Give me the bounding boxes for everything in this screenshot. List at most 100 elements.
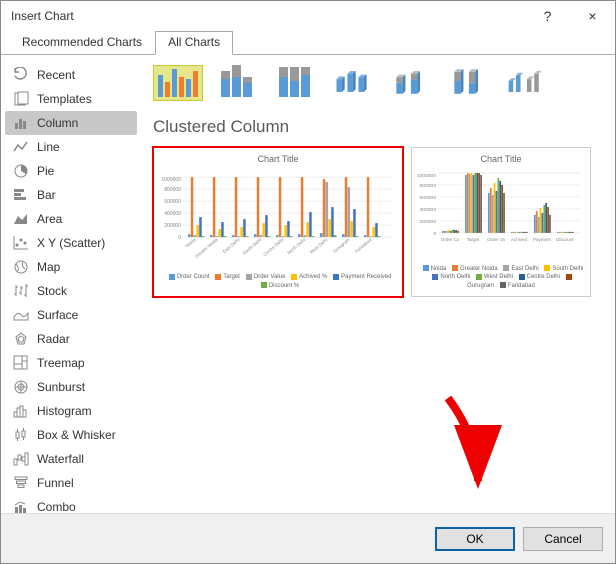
recent-icon (13, 67, 29, 83)
svg-text:Order Co: Order Co (441, 237, 460, 242)
preview-2-legend: Noida Greater Noida East Delhi South Del… (416, 263, 586, 292)
chart-preview-1[interactable]: Chart Title 0200000400000600000800000100… (153, 147, 403, 297)
area-icon (13, 211, 29, 227)
combo-icon (13, 499, 29, 513)
variant-stacked-column[interactable] (211, 65, 261, 101)
help-button[interactable]: ? (525, 1, 570, 31)
ok-button[interactable]: OK (435, 527, 515, 551)
sunburst-icon (13, 379, 29, 395)
sidebar-item-label: Combo (37, 500, 76, 513)
variant-3d-stacked-column[interactable] (385, 65, 435, 101)
svg-text:0: 0 (433, 231, 436, 237)
sidebar-item-label: Funnel (37, 476, 74, 490)
sidebar-item-box-whisker[interactable]: Box & Whisker (5, 423, 137, 447)
sidebar-item-surface[interactable]: Surface (5, 303, 137, 327)
insert-chart-dialog: Insert Chart ? × Recommended Charts All … (0, 0, 616, 564)
svg-text:600000: 600000 (164, 199, 181, 205)
funnel-icon (13, 475, 29, 491)
sidebar-item-label: Map (37, 260, 60, 274)
surface-icon (13, 307, 29, 323)
preview-2-chart: 02000004000006000008000001000000 Order C… (416, 168, 586, 263)
sidebar-item-stock[interactable]: Stock (5, 279, 137, 303)
waterfall-icon (13, 451, 29, 467)
variant-3d-clustered-column[interactable] (327, 65, 377, 101)
variant-clustered-column[interactable] (153, 65, 203, 101)
svg-text:Greater Noida: Greater Noida (194, 237, 219, 259)
variant-3d-100-stacked-column[interactable] (443, 65, 493, 101)
titlebar: Insert Chart ? × (1, 1, 615, 31)
preview-2-title: Chart Title (480, 154, 521, 164)
sidebar-item-recent[interactable]: Recent (5, 63, 137, 87)
svg-text:800000: 800000 (419, 183, 436, 189)
sidebar-item-funnel[interactable]: Funnel (5, 471, 137, 495)
svg-text:Gurugram: Gurugram (332, 237, 351, 254)
sidebar-item-scatter[interactable]: X Y (Scatter) (5, 231, 137, 255)
svg-text:0: 0 (178, 235, 181, 241)
variant-100-stacked-column[interactable] (269, 65, 319, 101)
sidebar-item-label: Waterfall (37, 452, 84, 466)
treemap-icon (13, 355, 29, 371)
sidebar-item-area[interactable]: Area (5, 207, 137, 231)
stock-icon (13, 283, 29, 299)
svg-text:Achived: Achived (511, 237, 527, 242)
sidebar-item-sunburst[interactable]: Sunburst (5, 375, 137, 399)
sidebar-item-treemap[interactable]: Treemap (5, 351, 137, 375)
svg-text:Faridabad: Faridabad (354, 237, 373, 254)
sidebar-item-pie[interactable]: Pie (5, 159, 137, 183)
cancel-button[interactable]: Cancel (523, 527, 603, 551)
sidebar-item-histogram[interactable]: Histogram (5, 399, 137, 423)
tab-all-charts[interactable]: All Charts (155, 31, 233, 55)
svg-text:1000000: 1000000 (162, 177, 182, 183)
sidebar-item-waterfall[interactable]: Waterfall (5, 447, 137, 471)
svg-text:South Delhi: South Delhi (242, 237, 263, 256)
svg-text:Target: Target (467, 237, 480, 242)
sidebar-item-radar[interactable]: Radar (5, 327, 137, 351)
svg-text:East Delhi: East Delhi (222, 237, 241, 254)
sidebar-item-label: Stock (37, 284, 67, 298)
svg-text:Noida: Noida (184, 237, 197, 249)
svg-text:200000: 200000 (419, 219, 436, 225)
sidebar-item-label: Area (37, 212, 62, 226)
pie-icon (13, 163, 29, 179)
bar-icon (13, 187, 29, 203)
sidebar-item-bar[interactable]: Bar (5, 183, 137, 207)
chart-preview-2[interactable]: Chart Title 0200000400000600000800000100… (411, 147, 591, 297)
preview-1-legend: Order Count Target Order Value Achived %… (158, 271, 398, 292)
close-button[interactable]: × (570, 1, 615, 31)
svg-text:400000: 400000 (164, 211, 181, 217)
radar-icon (13, 331, 29, 347)
line-icon (13, 139, 29, 155)
tab-strip: Recommended Charts All Charts (1, 31, 615, 55)
svg-text:1000000: 1000000 (417, 173, 437, 179)
sidebar-item-templates[interactable]: Templates (5, 87, 137, 111)
sidebar-item-label: Templates (37, 92, 92, 106)
sidebar-item-label: Line (37, 140, 60, 154)
sidebar-item-label: Bar (37, 188, 56, 202)
svg-text:200000: 200000 (164, 223, 181, 229)
dialog-footer: OK Cancel (1, 513, 615, 563)
tab-recommended[interactable]: Recommended Charts (9, 31, 155, 55)
svg-text:Discount: Discount (556, 237, 574, 242)
sidebar-item-label: Histogram (37, 404, 92, 418)
sidebar-item-combo[interactable]: Combo (5, 495, 137, 513)
svg-text:Order Va: Order Va (487, 237, 505, 242)
sidebar-item-label: Radar (37, 332, 70, 346)
sidebar-item-label: Sunburst (37, 380, 85, 394)
sidebar-item-line[interactable]: Line (5, 135, 137, 159)
preview-1-title: Chart Title (257, 154, 298, 164)
sidebar-item-map[interactable]: Map (5, 255, 137, 279)
sidebar-item-label: Treemap (37, 356, 85, 370)
histogram-icon (13, 403, 29, 419)
sidebar-item-label: Column (37, 116, 78, 130)
box-whisker-icon (13, 427, 29, 443)
svg-text:600000: 600000 (419, 195, 436, 201)
sidebar-item-column[interactable]: Column (5, 111, 137, 135)
variant-3d-column[interactable] (501, 65, 551, 101)
chart-type-sidebar: Recent Templates Column Line Pie Bar (1, 55, 141, 513)
sidebar-item-label: Box & Whisker (37, 428, 116, 442)
preview-1-chart: 02000004000006000008000001000000 NoidaGr… (158, 168, 398, 271)
svg-text:West Delhi: West Delhi (309, 237, 329, 255)
scatter-icon (13, 235, 29, 251)
sidebar-item-label: Pie (37, 164, 54, 178)
chart-subtype-title: Clustered Column (153, 117, 603, 137)
